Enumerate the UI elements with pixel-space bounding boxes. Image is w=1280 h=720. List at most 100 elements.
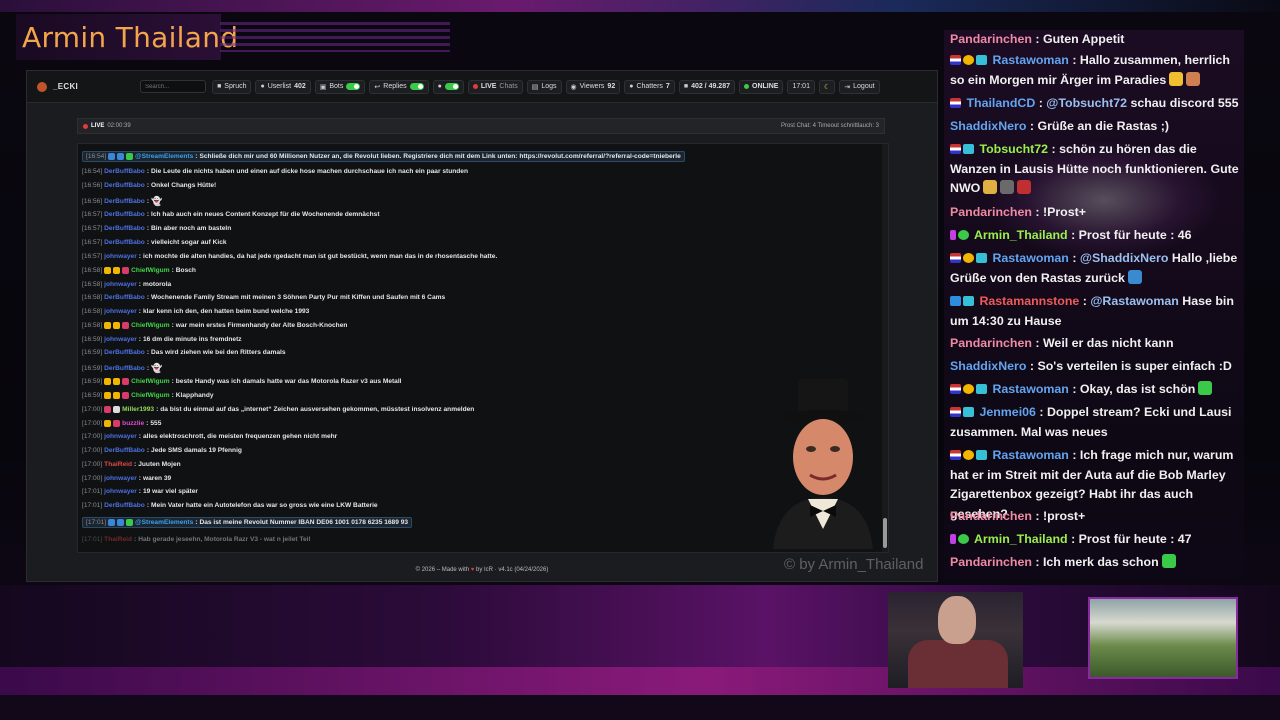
chat-message: [17:00] johnwayer: waren 39 xyxy=(82,475,171,482)
message-username[interactable]: johnwayer xyxy=(104,336,137,343)
message-username[interactable]: ThaiReid xyxy=(104,461,132,468)
message-username[interactable]: DerBuffBabo xyxy=(104,225,145,232)
overlay-separator: : xyxy=(1079,294,1091,308)
user-badge-icon xyxy=(108,519,116,526)
user-badge-icon xyxy=(113,406,121,413)
message-username[interactable]: DerBuffBabo xyxy=(104,239,145,246)
message-username[interactable]: DerBuffBabo xyxy=(104,198,145,205)
userlist-button[interactable]: ● Userlist 402 xyxy=(255,79,311,94)
user-badge-icon xyxy=(950,144,961,154)
spruch-label: Spruch xyxy=(224,83,247,90)
message-timestamp: [16:58] xyxy=(82,308,103,315)
overlay-chat-message: ShaddixNero : Grüße an die Rastas ;) xyxy=(950,117,1242,137)
overlay-separator: : xyxy=(1031,336,1043,350)
overlay-username: Pandarinchen xyxy=(950,32,1032,46)
overlay-separator: : xyxy=(1031,509,1043,523)
message-separator: : xyxy=(138,475,141,482)
message-text: da bist du einmal auf das „internet“ Zei… xyxy=(160,406,475,413)
logs-label: Logs xyxy=(541,83,557,90)
theme-toggle[interactable]: ☾ xyxy=(818,79,836,94)
chat-message: [16:54] @StreamElements: Schließe dich mir… xyxy=(82,151,685,162)
live-chats-button[interactable]: LIVE Chats xyxy=(467,79,523,94)
message-separator: : xyxy=(146,182,150,189)
message-separator: : xyxy=(195,519,198,526)
message-username[interactable]: ChiefWigum xyxy=(131,392,169,399)
message-username[interactable]: DerBuffBabo xyxy=(104,447,145,454)
top-decoration-bar xyxy=(0,0,1280,12)
message-username[interactable]: ChiefWigum xyxy=(131,267,169,274)
overlay-chat-message: Armin_Thailand : Prost für heute : 46 xyxy=(950,226,1242,246)
stream-layout: Armin Thailand _ECKI ■Spruch ●Userlist40… xyxy=(0,0,1280,720)
message-username[interactable]: johnwayer xyxy=(104,253,137,260)
logout-button[interactable]: ⇥ Logout xyxy=(839,79,880,94)
viewers-label: Viewers xyxy=(579,83,605,90)
chat-log[interactable]: [16:54] @StreamElements: Schließe dich mir… xyxy=(77,143,889,553)
bots-toggle[interactable]: ▣ Bots xyxy=(314,79,366,94)
message-username[interactable]: DerBuffBabo xyxy=(104,365,145,372)
message-username[interactable]: @StreamElements xyxy=(135,153,193,160)
emote-icon xyxy=(983,180,998,194)
message-username[interactable]: ChiefWigum xyxy=(131,322,169,329)
message-username[interactable]: johnwayer xyxy=(104,308,137,315)
chat-message: [16:58] johnwayer: motorola xyxy=(82,281,171,288)
user-badge-icon xyxy=(117,519,125,526)
message-username[interactable]: johnwayer xyxy=(104,488,137,495)
live-status-bar: LIVE 02:00:39 Prost Chat: 4 Timeout schn… xyxy=(77,118,885,134)
overlay-chat-message: ShaddixNero : So's verteilen is super ei… xyxy=(950,357,1242,377)
logs-button[interactable]: ▤ Logs xyxy=(526,79,562,94)
message-username[interactable]: ChiefWigum xyxy=(131,378,169,385)
search-input[interactable] xyxy=(140,80,207,93)
message-username[interactable]: DerBuffBabo xyxy=(104,294,145,301)
spruch-button[interactable]: ■ Spruch xyxy=(212,79,252,94)
replies-toggle[interactable]: ↩ Replies xyxy=(369,79,429,94)
replies-label: Replies xyxy=(383,83,407,90)
message-username[interactable]: DerBuffBabo xyxy=(104,502,145,509)
message-username[interactable]: Miller1993 xyxy=(122,406,154,413)
message-username[interactable]: johnwayer xyxy=(104,475,137,482)
overlay-chat-message: Rastawoman : Hallo zusammen, herrlich so… xyxy=(950,51,1242,90)
user-badge-icon xyxy=(976,450,987,460)
live-label: LIVE xyxy=(480,83,497,90)
chatters-badge: ● Chatters 7 xyxy=(624,79,675,94)
sound-switch[interactable] xyxy=(444,83,459,90)
user-badge-icon xyxy=(950,384,961,394)
user-badge-icon xyxy=(122,378,130,385)
overlay-username: Rastawoman xyxy=(989,53,1069,67)
message-username[interactable]: DerBuffBabo xyxy=(104,211,145,218)
overlay-separator: : xyxy=(1026,119,1038,133)
message-username[interactable]: johnwayer xyxy=(104,281,137,288)
message-separator: : xyxy=(134,536,137,543)
bots-switch[interactable] xyxy=(346,83,361,90)
message-username[interactable]: ThaiReid xyxy=(104,536,132,543)
chat-scrollbar[interactable] xyxy=(882,144,888,552)
comment-icon: ■ xyxy=(217,83,222,90)
chat-message: [16:58] johnwayer: klar kenn ich den, den … xyxy=(82,308,309,315)
stream-duration: 02:00:39 xyxy=(107,123,131,129)
message-username[interactable]: johnwayer xyxy=(104,433,137,440)
app-title: _ECKI xyxy=(53,82,79,91)
message-timestamp: [16:54] xyxy=(86,153,107,160)
message-username[interactable]: DerBuffBabo xyxy=(104,168,145,175)
logout-label: Logout xyxy=(853,83,875,90)
message-username[interactable]: @StreamElements xyxy=(135,519,193,526)
message-text: vielleicht sogar auf Kick xyxy=(151,239,227,246)
message-username[interactable]: DerBuffBabo xyxy=(104,182,145,189)
streamer-face xyxy=(938,596,976,644)
message-timestamp: [17:01] xyxy=(86,519,107,526)
user-badge-icon xyxy=(950,253,961,263)
message-timestamp: [17:01] xyxy=(82,502,103,509)
message-timestamp: [16:57] xyxy=(82,225,103,232)
overlay-chat-message: ThailandCD : @Tobsucht72 schau discord 5… xyxy=(950,94,1242,114)
message-username[interactable]: buzzlie xyxy=(122,420,144,427)
message-username[interactable]: DerBuffBabo xyxy=(104,349,145,356)
user-badge-icon xyxy=(104,392,112,399)
replies-switch[interactable] xyxy=(409,83,424,90)
overlay-message-text: Okay, das ist schön xyxy=(1079,382,1196,396)
user-badge-icon xyxy=(126,153,134,160)
overlay-username: ThailandCD xyxy=(963,96,1036,110)
message-timestamp: [16:56] xyxy=(82,182,103,189)
chat-scroll-thumb[interactable] xyxy=(883,518,887,548)
userlist-label: Userlist xyxy=(267,83,292,90)
overlay-username: Rastawoman xyxy=(989,448,1069,462)
sound-toggle[interactable]: ● xyxy=(432,79,464,94)
